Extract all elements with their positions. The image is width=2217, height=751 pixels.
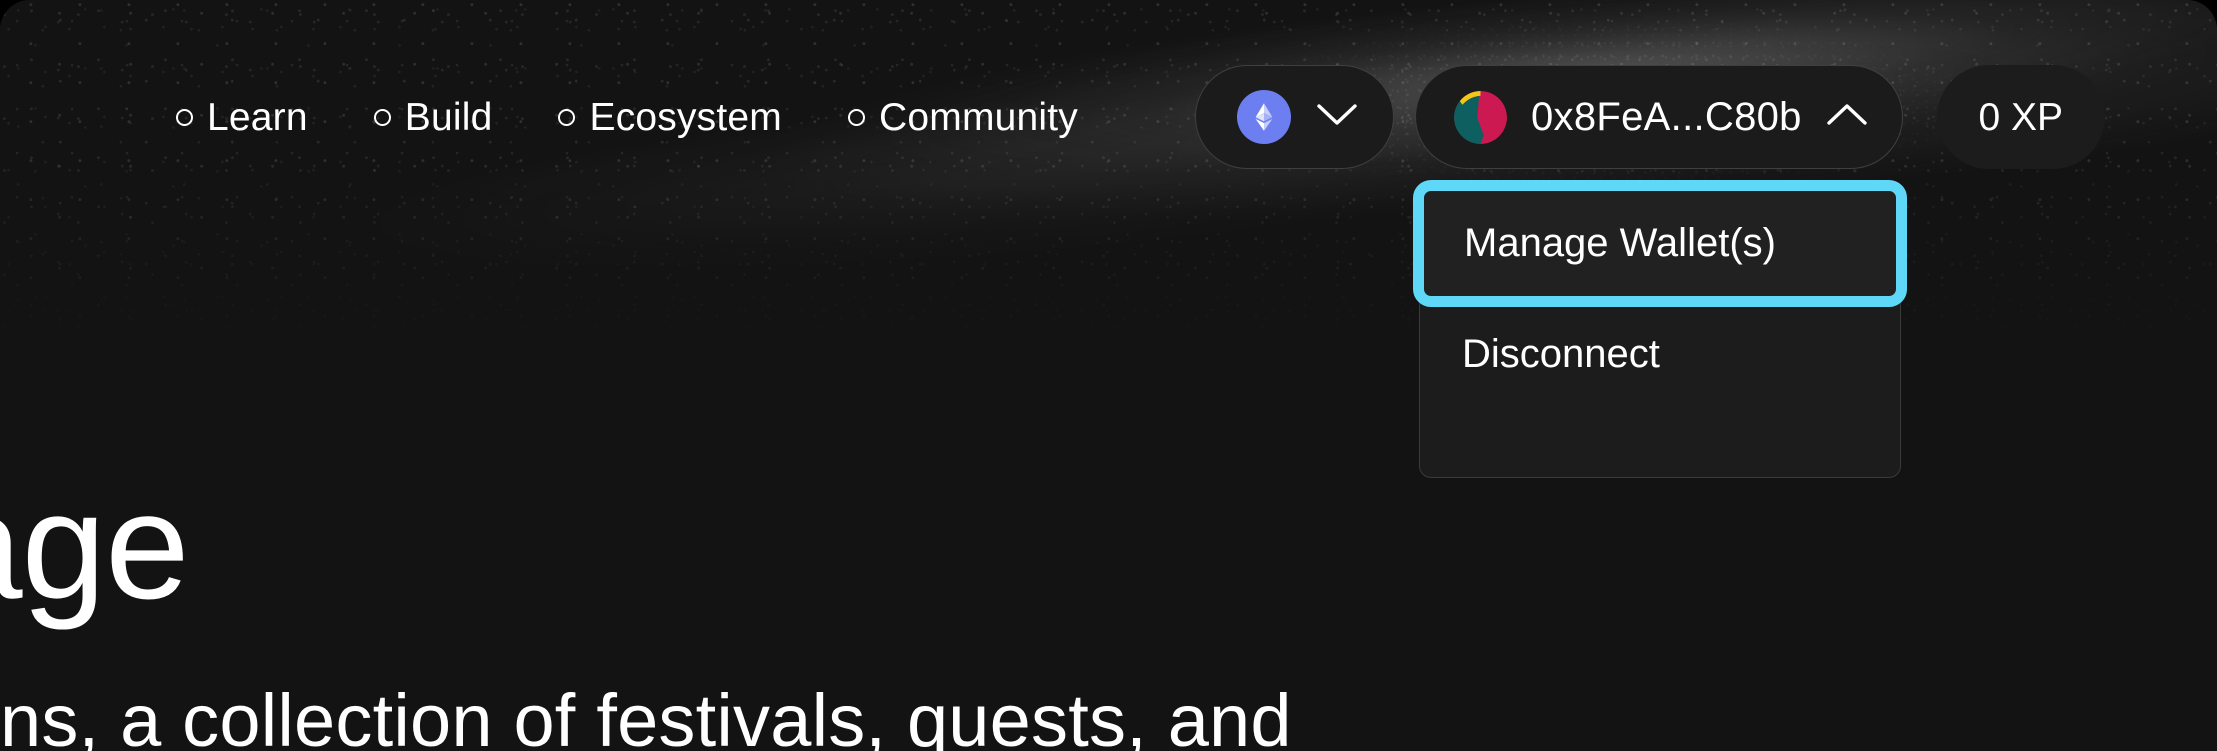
circle-ring-icon <box>373 108 391 126</box>
nav-item-ecosystem[interactable]: Ecosystem <box>558 88 814 147</box>
primary-navigation: Learn Build Ecosystem Community <box>176 88 1144 147</box>
nav-item-label: Build <box>404 95 493 139</box>
page-subtitle: ions, a collection of festivals, quests,… <box>0 679 1292 751</box>
menu-item-disconnect[interactable]: Disconnect <box>1420 300 1900 409</box>
nav-item-label: Ecosystem <box>589 95 782 139</box>
chevron-up-icon <box>1826 102 1868 133</box>
nav-item-community[interactable]: Community <box>848 88 1110 147</box>
page-root: age ions, a collection of festivals, que… <box>0 0 2217 751</box>
xp-badge-label: 0 XP <box>1978 95 2063 139</box>
page-title: age <box>0 461 190 631</box>
circle-ring-icon <box>176 108 193 126</box>
wallet-address-label: 0x8FeA...C80b <box>1531 95 1802 139</box>
circle-ring-icon <box>558 108 576 126</box>
header-actions: 0x8FeA...C80b 0 XP <box>1195 62 2105 172</box>
chain-selector-button[interactable] <box>1195 65 1394 169</box>
nav-item-label: Community <box>879 95 1079 139</box>
chevron-down-icon <box>1316 102 1358 133</box>
wallet-avatar-icon <box>1454 90 1507 144</box>
nav-item-learn[interactable]: Learn <box>176 88 340 147</box>
wallet-dropdown-menu: Manage Wallet(s) Disconnect <box>1413 180 1907 478</box>
wallet-address-button[interactable]: 0x8FeA...C80b <box>1415 65 1903 169</box>
xp-badge[interactable]: 0 XP <box>1936 65 2105 169</box>
circle-ring-icon <box>848 108 865 126</box>
nav-item-label: Learn <box>207 95 308 139</box>
site-header: Learn Build Ecosystem Community 0x8FeA..… <box>0 62 2217 172</box>
menu-item-manage-wallets[interactable]: Manage Wallet(s) <box>1413 180 1907 307</box>
nav-item-build[interactable]: Build <box>373 88 525 147</box>
ethereum-icon <box>1237 90 1291 144</box>
